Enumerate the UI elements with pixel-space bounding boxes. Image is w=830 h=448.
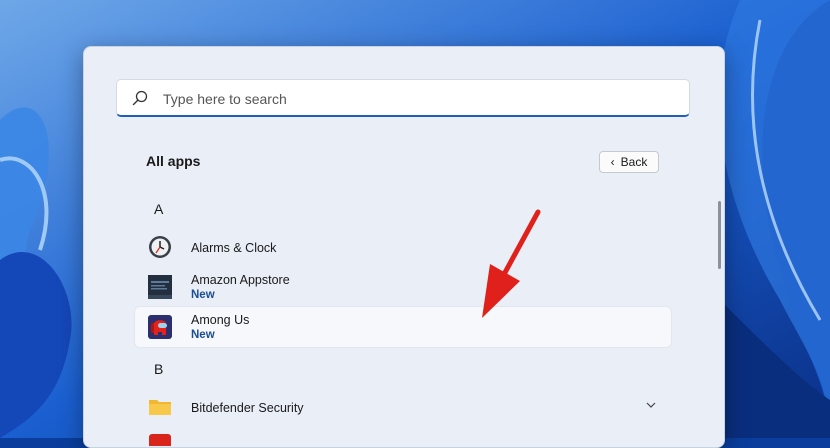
app-item-among-us[interactable]: Among Us New bbox=[135, 307, 671, 347]
app-name: Amazon Appstore bbox=[191, 273, 290, 287]
amazon-appstore-icon bbox=[148, 275, 172, 299]
folder-icon bbox=[149, 400, 171, 415]
section-letter-b[interactable]: B bbox=[154, 361, 163, 377]
all-apps-title: All apps bbox=[146, 153, 201, 169]
chevron-down-icon[interactable] bbox=[645, 399, 657, 411]
app-name: Bitdefender Security bbox=[191, 401, 304, 415]
new-badge: New bbox=[191, 329, 215, 341]
section-letter-a[interactable]: A bbox=[154, 201, 163, 217]
search-input[interactable] bbox=[161, 87, 665, 111]
app-name: Alarms & Clock bbox=[191, 241, 277, 255]
app-item-alarms-clock[interactable]: Alarms & Clock bbox=[135, 227, 671, 267]
chevron-left-icon: ‹ bbox=[610, 155, 615, 169]
search-box[interactable] bbox=[116, 79, 690, 117]
app-name: Among Us bbox=[191, 313, 250, 327]
among-us-icon bbox=[148, 315, 172, 339]
app-icon-partial bbox=[149, 434, 171, 446]
search-icon bbox=[132, 90, 148, 106]
alarm-clock-icon bbox=[149, 236, 171, 258]
scrollbar-thumb[interactable] bbox=[718, 201, 721, 269]
new-badge: New bbox=[191, 289, 215, 301]
start-menu-panel: All apps ‹ Back A Alarms & Clock Amazon … bbox=[83, 46, 725, 448]
back-button[interactable]: ‹ Back bbox=[599, 151, 659, 173]
back-button-label: Back bbox=[620, 155, 648, 169]
app-item-amazon-appstore[interactable]: Amazon Appstore New bbox=[135, 267, 671, 307]
app-item-bitdefender-security[interactable]: Bitdefender Security bbox=[135, 387, 671, 427]
